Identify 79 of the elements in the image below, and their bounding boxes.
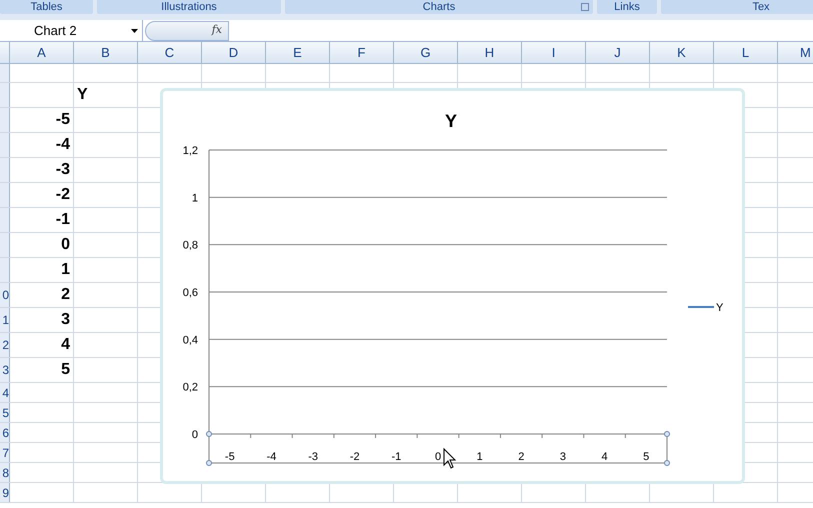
axis-tick-label: 5 [643, 451, 650, 463]
axis-tick-label: 1 [192, 192, 198, 204]
spreadsheet-cell[interactable]: -2 [10, 183, 74, 207]
row-header[interactable]: 1 [0, 308, 10, 332]
axis-tick-label: 1 [476, 451, 483, 463]
spreadsheet-cell[interactable]: -1 [10, 208, 74, 232]
column-header[interactable]: K [650, 42, 714, 63]
ribbon-group-label: Tex [661, 0, 813, 14]
row-header[interactable]: 2 [0, 333, 10, 357]
selection-handle[interactable] [206, 431, 212, 437]
chart-frame[interactable]: Y 0 0,2 0,4 0,6 0,8 1 1,2 -5 -4 -3 -2 -1 0 1 2 3 4 5 Y [160, 88, 745, 484]
spreadsheet-cell[interactable]: -5 [10, 108, 74, 132]
row-header[interactable]: 8 [0, 463, 10, 482]
name-box[interactable]: Chart 2 [0, 20, 143, 41]
column-header[interactable]: M [778, 42, 813, 63]
dropdown-caret-icon [131, 28, 138, 32]
axis-tick-label: 0 [434, 451, 442, 463]
column-header[interactable]: A [10, 42, 74, 63]
column-header[interactable]: H [458, 42, 522, 63]
axis-tick-label: -4 [266, 451, 276, 463]
column-header[interactable]: I [522, 42, 586, 63]
column-header[interactable]: E [266, 42, 330, 63]
axis-tick-label: 0,8 [182, 240, 198, 252]
axis-tick-label: 4 [601, 451, 608, 463]
row-header[interactable] [0, 183, 10, 207]
row-header[interactable] [0, 64, 10, 82]
row-header[interactable] [0, 133, 10, 157]
insert-function-button[interactable]: fx [212, 22, 222, 39]
row-header[interactable]: 5 [0, 403, 10, 422]
row-header[interactable] [0, 233, 10, 257]
chart-title: Y [445, 111, 457, 131]
column-header[interactable]: B [74, 42, 138, 63]
spreadsheet-cell[interactable]: 3 [10, 308, 74, 332]
spreadsheet-cell[interactable]: 1 [10, 258, 74, 282]
axis-tick-label: 0,6 [182, 287, 198, 299]
axis-tick-label: 1,2 [182, 145, 198, 157]
spreadsheet-cell[interactable]: 2 [10, 283, 74, 307]
column-header[interactable]: L [714, 42, 778, 63]
spreadsheet-cell[interactable]: 0 [10, 233, 74, 257]
row-header[interactable] [0, 83, 10, 107]
ribbon-group-label: Charts [285, 0, 593, 14]
selection-handle[interactable] [664, 460, 670, 466]
selection-handle[interactable] [206, 460, 212, 466]
axis-tick-label: -3 [308, 451, 318, 463]
column-header[interactable]: J [586, 42, 650, 63]
spreadsheet-cell[interactable]: 5 [10, 358, 74, 382]
column-header[interactable]: F [330, 42, 394, 63]
axis-tick-label: 3 [560, 451, 566, 463]
spreadsheet-cell[interactable]: -4 [10, 133, 74, 157]
spreadsheet-cell[interactable]: -3 [10, 158, 74, 182]
axis-tick-label: -2 [350, 451, 360, 463]
row-header[interactable]: 0 [0, 283, 10, 307]
dialog-launcher-icon[interactable] [581, 3, 589, 11]
row-header[interactable]: 3 [0, 358, 10, 382]
ribbon-group-label: Tables [0, 0, 93, 14]
axis-tick-label: -1 [391, 451, 402, 463]
row-header[interactable] [0, 258, 10, 282]
column-header[interactable]: D [202, 42, 266, 63]
spreadsheet-cell[interactable]: 4 [10, 333, 74, 357]
mouse-cursor-icon [444, 448, 456, 469]
axis-tick-label: 0,2 [182, 382, 198, 394]
legend-label: Y [716, 302, 724, 314]
column-header[interactable]: C [138, 42, 202, 63]
selection-handle[interactable] [664, 431, 670, 437]
axis-tick-label: 0 [192, 429, 198, 441]
spreadsheet-cell[interactable]: Y [74, 83, 138, 107]
axis-tick-label: 0,4 [182, 334, 198, 346]
row-header[interactable] [0, 108, 10, 132]
row-header[interactable]: 7 [0, 443, 10, 462]
row-header[interactable]: 9 [0, 483, 10, 502]
ribbon-group-label: Links [597, 0, 657, 14]
row-header[interactable] [0, 158, 10, 182]
column-header[interactable]: G [394, 42, 458, 63]
row-header[interactable] [0, 208, 10, 232]
row-header[interactable]: 6 [0, 423, 10, 442]
row-header[interactable]: 4 [0, 383, 10, 402]
ribbon-group-label: Illustrations [97, 0, 281, 14]
axis-tick-label: 2 [518, 451, 524, 463]
axis-tick-label: -5 [224, 451, 235, 463]
